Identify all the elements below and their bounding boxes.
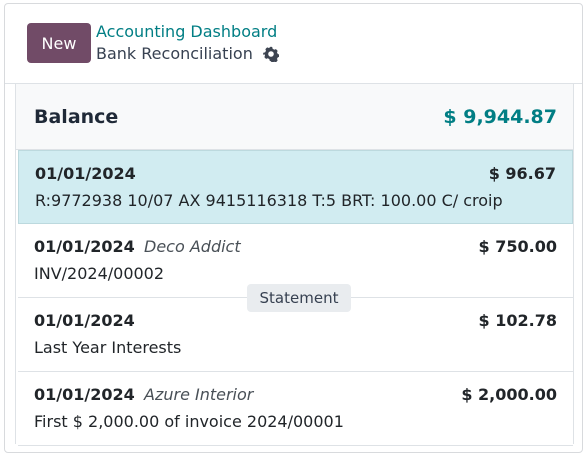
transaction-reference: R:9772938 10/07 AX 9415116318 T:5 BRT: 1… xyxy=(35,191,503,210)
transaction-reference: INV/2024/00002 xyxy=(34,264,165,283)
transaction-date: 01/01/2024 xyxy=(34,385,135,404)
breadcrumb-accounting-dashboard[interactable]: Accounting Dashboard xyxy=(96,22,277,41)
transaction-amount: $ 2,000.00 xyxy=(461,385,557,404)
breadcrumb-current: Bank Reconciliation xyxy=(96,44,280,64)
transaction-partner: Azure Interior xyxy=(144,385,254,404)
balance-label: Balance xyxy=(34,106,119,128)
balance-row: Balance $ 9,944.87 xyxy=(16,84,573,150)
page-title: Bank Reconciliation xyxy=(96,44,253,63)
balance-amount: $ 9,944.87 xyxy=(443,106,557,128)
bank-reconciliation-panel: New Accounting Dashboard Bank Reconcilia… xyxy=(4,3,583,453)
transaction-amount: $ 102.78 xyxy=(478,311,557,330)
new-button[interactable]: New xyxy=(27,23,91,63)
transaction-amount: $ 750.00 xyxy=(478,237,557,256)
transaction-row[interactable]: 01/01/2024 $ 96.67 R:9772938 10/07 AX 94… xyxy=(18,150,573,224)
transaction-date: 01/01/2024 xyxy=(35,164,136,183)
transaction-list: Balance $ 9,944.87 01/01/2024 $ 96.67 R:… xyxy=(15,84,574,446)
transaction-date: 01/01/2024 xyxy=(34,237,135,256)
transaction-reference: Last Year Interests xyxy=(34,338,182,357)
transaction-row[interactable]: 01/01/2024 Azure Interior $ 2,000.00 Fir… xyxy=(18,372,573,446)
transaction-amount: $ 96.67 xyxy=(488,164,556,183)
transaction-partner: Deco Addict xyxy=(144,237,241,256)
statement-button[interactable]: Statement xyxy=(247,284,351,312)
control-panel-header: New Accounting Dashboard Bank Reconcilia… xyxy=(5,4,582,84)
transaction-reference: First $ 2,000.00 of invoice 2024/00001 xyxy=(34,412,344,431)
transaction-date: 01/01/2024 xyxy=(34,311,135,330)
gear-icon[interactable] xyxy=(262,46,280,64)
